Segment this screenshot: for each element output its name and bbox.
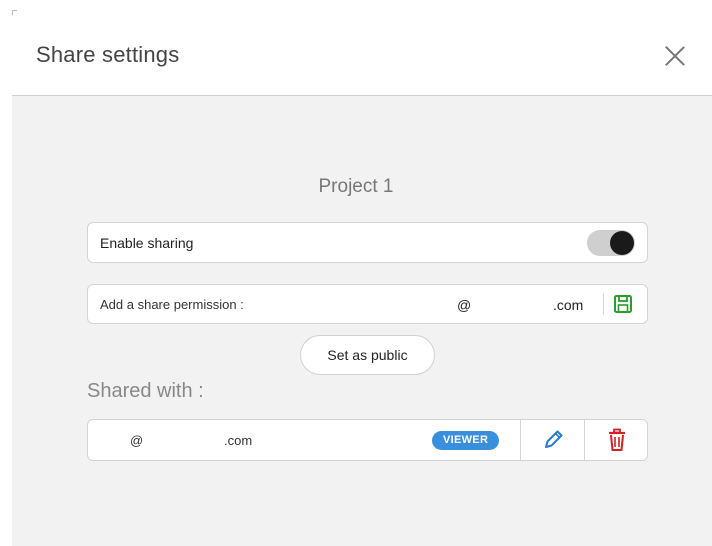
trash-icon[interactable] (584, 420, 648, 460)
share-email-input[interactable] (448, 291, 602, 319)
share-permission-row: Add a share permission : @ .com (87, 284, 648, 324)
project-name: Project 1 (318, 176, 394, 197)
enable-sharing-toggle[interactable] (587, 230, 635, 256)
dialog-title: Share settings (36, 42, 180, 67)
shared-with-heading: Shared with : (87, 380, 204, 402)
user-domain: .com (224, 433, 253, 448)
enable-sharing-label: Enable sharing (100, 235, 194, 251)
share-permission-label: Add a share permission : (100, 297, 244, 312)
save-icon[interactable] (612, 293, 634, 315)
set-as-public-button[interactable]: Set as public (300, 335, 435, 375)
enable-sharing-row: Enable sharing (87, 222, 648, 263)
toggle-knob (610, 231, 634, 255)
edit-pencil-icon[interactable] (520, 420, 585, 460)
close-icon[interactable] (664, 45, 686, 67)
permission-separator (603, 293, 604, 315)
user-at-sign: @ (130, 433, 144, 448)
dialog-header: Share settings (0, 0, 712, 95)
role-badge: VIEWER (432, 431, 500, 450)
shared-user-row: @ .com VIEWER (87, 419, 648, 461)
